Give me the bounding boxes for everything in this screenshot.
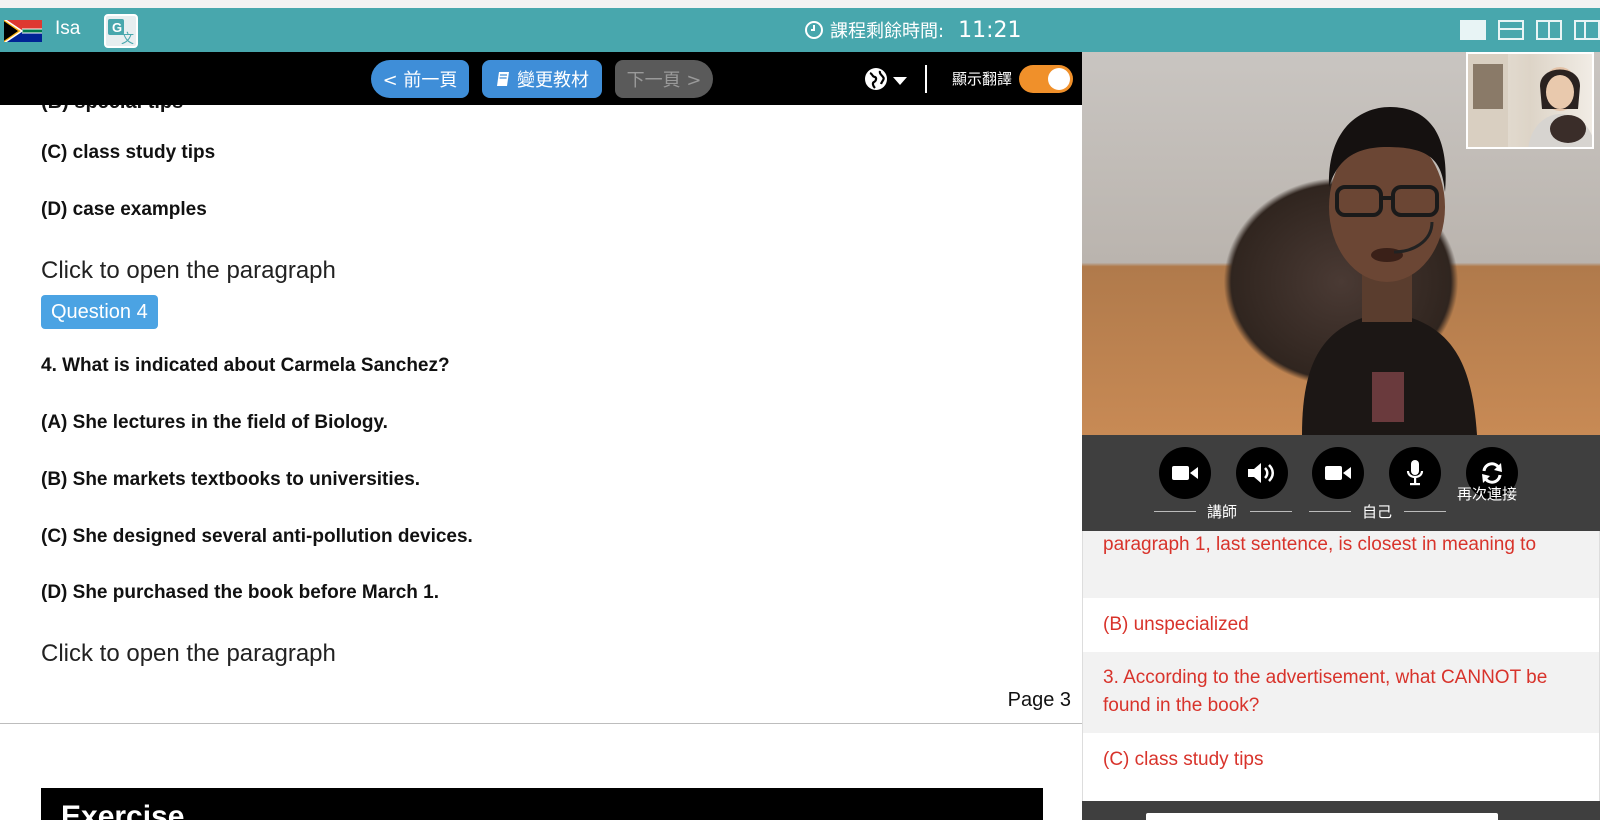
timer-value: 11:21 [958, 17, 1022, 43]
change-material-button[interactable]: 變更教材 [482, 60, 602, 98]
question-text: 4. What is indicated about Carmela Sanch… [41, 355, 450, 376]
window-top-strip [0, 0, 1600, 8]
self-label: 自己 [1362, 503, 1393, 521]
next-page-label: 下一頁 > [626, 70, 702, 91]
layout-split-vertical-icon[interactable] [1536, 20, 1562, 40]
next-page-button[interactable]: 下一頁 > [615, 60, 713, 98]
layout-switcher [1460, 20, 1600, 40]
transcript-line: (B) unspecialized [1103, 614, 1249, 635]
self-video-person [1468, 54, 1592, 147]
microphone-icon [1406, 460, 1424, 486]
classroom-app: Isa G 文 課程剩餘時間: 11:21 < 前一頁 變更教材 下一頁 > 顯… [0, 0, 1600, 820]
top-bar: Isa G 文 課程剩餘時間: 11:21 [0, 8, 1600, 52]
reconnect-label: 再次連接 [1456, 485, 1517, 503]
clipped-option-line: (B) special tips [41, 105, 183, 114]
option-c: (C) She designed several anti-pollution … [41, 526, 473, 547]
refresh-icon [1482, 462, 1502, 484]
video-camera-icon [1172, 466, 1198, 480]
google-translate-icon[interactable]: G 文 [104, 14, 138, 48]
call-controls: 講師 自己 再次連接 [1082, 435, 1600, 531]
transcript-line: 3. According to the advertisement, what … [1083, 652, 1599, 733]
book-icon [497, 72, 509, 86]
transcript-line: (C) class study tips [1103, 749, 1264, 770]
self-microphone-button[interactable] [1389, 447, 1441, 499]
layout-split-horizontal-icon[interactable] [1498, 20, 1524, 40]
toolbar-divider [925, 65, 927, 93]
translation-label: 顯示翻譯 [952, 70, 1013, 88]
chevron-down-icon[interactable] [893, 77, 907, 85]
option-a: (A) She lectures in the field of Biology… [41, 412, 388, 433]
prev-option-d: (D) case examples [41, 199, 207, 220]
transcript-line: paragraph 1, last sentence, is closest i… [1083, 531, 1599, 598]
exercise-title: Exercise [61, 800, 185, 820]
prev-option-c: (C) class study tips [41, 142, 216, 163]
open-paragraph-link[interactable]: Click to open the paragraph [41, 257, 336, 285]
teacher-camera-button[interactable] [1159, 447, 1211, 499]
teacher-video [1082, 52, 1600, 435]
option-b: (B) She markets textbooks to universitie… [41, 469, 421, 490]
material-toolbar: < 前一頁 變更教材 下一頁 > 顯示翻譯 [0, 52, 1082, 105]
chat-input[interactable] [1146, 813, 1498, 820]
teacher-divider-left [1154, 511, 1196, 512]
video-camera-icon [1325, 466, 1351, 480]
self-divider-right [1404, 511, 1446, 512]
self-camera-button[interactable] [1312, 447, 1364, 499]
toggle-knob [1048, 68, 1070, 90]
svg-text:文: 文 [121, 31, 134, 46]
translation-transcript: paragraph 1, last sentence, is closest i… [1082, 531, 1600, 801]
question-badge: Question 4 [41, 295, 158, 329]
username: Isa [55, 18, 81, 39]
video-panel: 講師 自己 再次連接 paragraph 1, last sentence, i… [1082, 52, 1600, 820]
teacher-label: 講師 [1207, 503, 1238, 521]
chat-bar [1082, 801, 1600, 820]
self-divider-left [1309, 511, 1351, 512]
prev-page-label: < 前一頁 [382, 70, 458, 91]
page-number: Page 3 [1007, 689, 1071, 711]
speaker-icon [1248, 463, 1274, 483]
south-africa-flag-icon [4, 20, 42, 42]
timer-label: 課程剩餘時間: [830, 21, 945, 42]
self-video-preview[interactable] [1466, 52, 1594, 149]
teacher-divider-right [1250, 511, 1292, 512]
clock-icon [805, 21, 823, 39]
change-material-label: 變更教材 [517, 70, 589, 91]
layout-sidebar-icon[interactable] [1574, 20, 1600, 40]
lesson-content: (B) special tips (C) class study tips (D… [0, 105, 1082, 820]
course-timer: 課程剩餘時間: 11:21 [804, 14, 1021, 46]
teacher-speaker-button[interactable] [1236, 447, 1288, 499]
option-d: (D) She purchased the book before March … [41, 582, 440, 603]
exercise-header: Exercise [41, 788, 1043, 820]
open-paragraph-link-2[interactable]: Click to open the paragraph [41, 640, 336, 668]
teacher-video-person [1302, 107, 1477, 435]
page-divider [0, 723, 1082, 724]
layout-single-icon[interactable] [1460, 20, 1486, 40]
translation-toggle[interactable] [1019, 65, 1073, 93]
globe-icon[interactable] [864, 67, 888, 91]
prev-page-button[interactable]: < 前一頁 [371, 60, 469, 98]
